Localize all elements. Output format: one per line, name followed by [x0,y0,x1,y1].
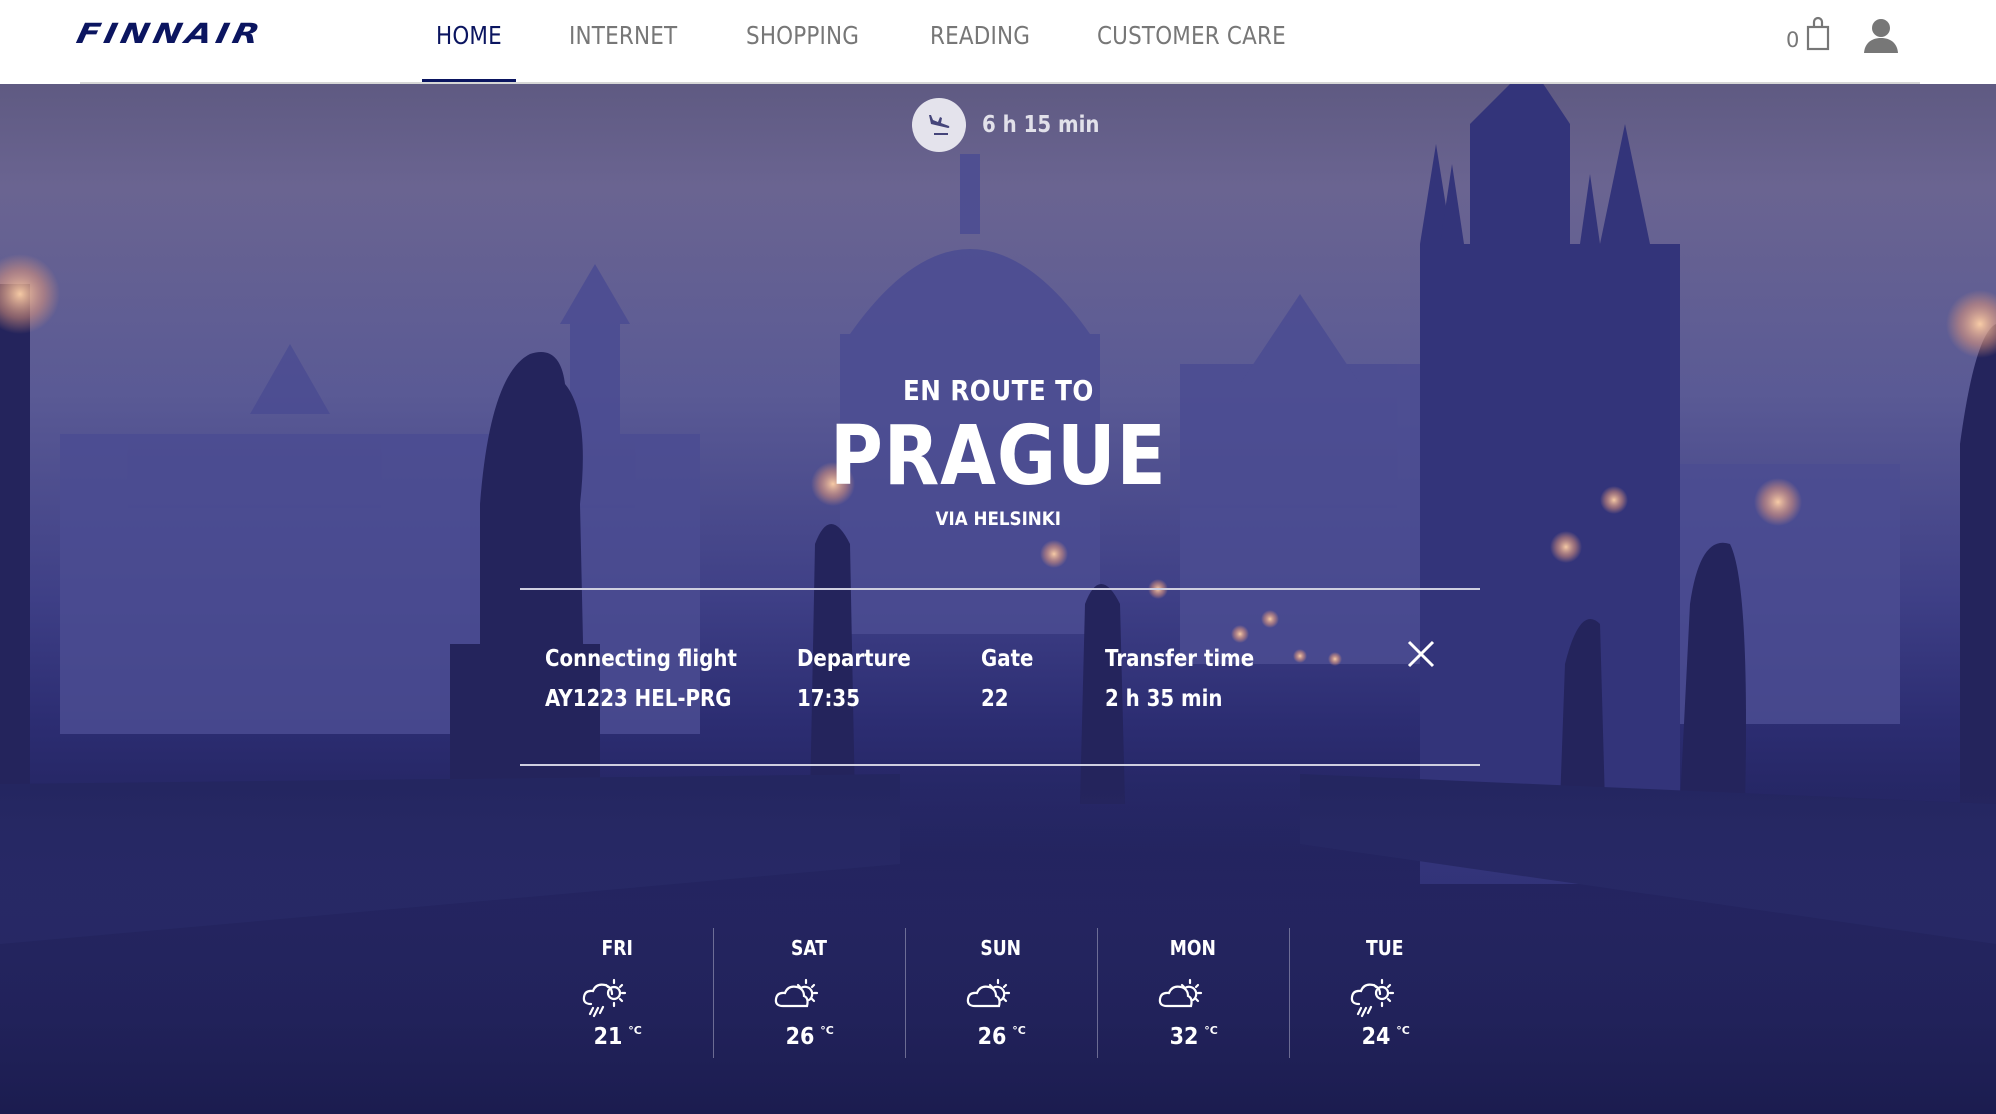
plane-landing-icon [912,98,966,152]
forecast-temp: 21 [593,1024,623,1050]
temp-unit: °C [1012,1024,1026,1037]
temp-unit: °C [820,1024,834,1037]
route-via-text: VIA HELSINKI [935,508,1061,530]
gate: Gate 22 [981,639,1042,719]
forecast-day-name: FRI [601,936,633,960]
forecast-day: SAT 26 °C [713,928,905,1058]
destination-city-text: PRAGUE [829,409,1167,504]
forecast-day-name: TUE [1366,936,1404,960]
nav-tab-shopping[interactable]: SHOPPING [746,22,859,50]
connecting-flight-label: Connecting flight [545,646,737,672]
user-icon[interactable] [1862,16,1900,58]
finnair-logo[interactable]: FINNAIR [74,18,328,51]
partly-cloudy-icon [1157,976,1205,1026]
cart-count: 0 [1786,28,1800,52]
forecast-day: TUE 24 °C [1289,928,1481,1058]
route-via: VIA HELSINKI [0,508,1996,530]
forecast-day: FRI 21 °C [521,928,713,1058]
connection-divider-bottom [520,764,1480,766]
partly-cloudy-icon [773,976,821,1026]
gate-value: 22 [981,686,1009,712]
forecast-temp: 32 [1169,1024,1199,1050]
close-icon[interactable] [1406,639,1436,669]
shopping-bag-icon [1806,16,1830,56]
weather-forecast: FRI 21 °C SAT 26 °C SUN 26 °C MON 32 °C … [521,928,1481,1058]
forecast-day: MON 32 °C [1097,928,1289,1058]
top-nav-bar: FINNAIR HOME INTERNET SHOPPING READING C… [0,0,1996,84]
rain-partly-sunny-icon [1349,976,1397,1026]
forecast-day-name: SAT [790,936,828,960]
rain-partly-sunny-icon [581,976,629,1026]
departure-value: 17:35 [797,686,860,712]
destination-hero: 6 h 15 min EN ROUTE TO PRAGUE VIA HELSIN… [0,84,1996,1114]
temp-unit: °C [1396,1024,1410,1037]
nav-tab-home[interactable]: HOME [436,22,502,50]
destination-city: PRAGUE [0,412,1996,502]
forecast-temp: 26 [977,1024,1007,1050]
logo-wordmark: FINNAIR [73,17,267,51]
connecting-flight: Connecting flight AY1223 HEL-PRG [545,639,768,719]
forecast-day-name: SUN [980,936,1022,960]
flight-time-remaining: 6 h 15 min [912,98,1119,152]
remaining-time: 6 h 15 min [982,112,1100,138]
departure-label: Departure [797,646,911,672]
departure: Departure 17:35 [797,639,929,719]
forecast-day: SUN 26 °C [905,928,1097,1058]
transfer-time-value: 2 h 35 min [1105,686,1223,712]
connection-divider-top [520,588,1480,590]
forecast-temp: 24 [1361,1024,1391,1050]
nav-tab-customer-care[interactable]: CUSTOMER CARE [1097,22,1286,50]
route-prefix-text: EN ROUTE TO [902,374,1094,407]
transfer-time-label: Transfer time [1105,646,1255,672]
gate-label: Gate [981,646,1034,672]
route-prefix: EN ROUTE TO [0,374,1996,407]
connecting-flight-value: AY1223 HEL-PRG [545,686,732,712]
transfer-time: Transfer time 2 h 35 min [1105,639,1279,719]
forecast-temp: 26 [785,1024,815,1050]
cart-button[interactable]: 0 [1784,16,1834,56]
partly-cloudy-icon [965,976,1013,1026]
nav-tab-reading[interactable]: READING [930,22,1030,50]
nav-tab-internet[interactable]: INTERNET [569,22,677,50]
forecast-day-name: MON [1169,936,1217,960]
temp-unit: °C [628,1024,642,1037]
temp-unit: °C [1204,1024,1218,1037]
